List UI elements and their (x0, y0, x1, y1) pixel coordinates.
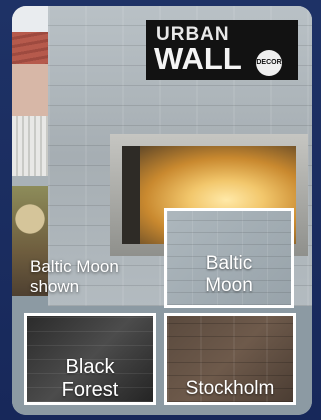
fireplace-shadow (122, 146, 140, 244)
fence (12, 116, 48, 176)
shown-caption: Baltic Moon shown (30, 257, 119, 298)
swatch-label-line-1: Stockholm (185, 378, 275, 399)
logo-wall-text: WALL (154, 41, 242, 76)
swatch-label-line-1: Baltic (205, 253, 253, 274)
urban-wall-decor-logo[interactable]: URBAN WALL DECOR (146, 20, 298, 80)
swatch-black-forest[interactable]: Black Forest (24, 313, 156, 405)
swatch-stockholm[interactable]: Stockholm (164, 313, 296, 405)
swatch-label-line-2: Forest (61, 379, 119, 401)
ad-frame: URBAN WALL DECOR Baltic Moon shown Balti… (0, 0, 321, 420)
swatch-label: Baltic Moon (167, 253, 291, 297)
swatch-label-line-2: Moon (205, 274, 253, 296)
roof (12, 32, 48, 64)
caption-line-1: Baltic Moon (30, 257, 119, 276)
swatch-label: Black Forest (27, 356, 153, 402)
swatch-baltic-moon[interactable]: Baltic Moon (164, 208, 294, 308)
house-wall (12, 64, 48, 124)
swatch-label: Stockholm (167, 378, 293, 400)
swatch-label-line-1: Black (65, 356, 115, 378)
logo-decor-badge: DECOR (256, 50, 282, 76)
caption-line-2: shown (30, 277, 80, 297)
